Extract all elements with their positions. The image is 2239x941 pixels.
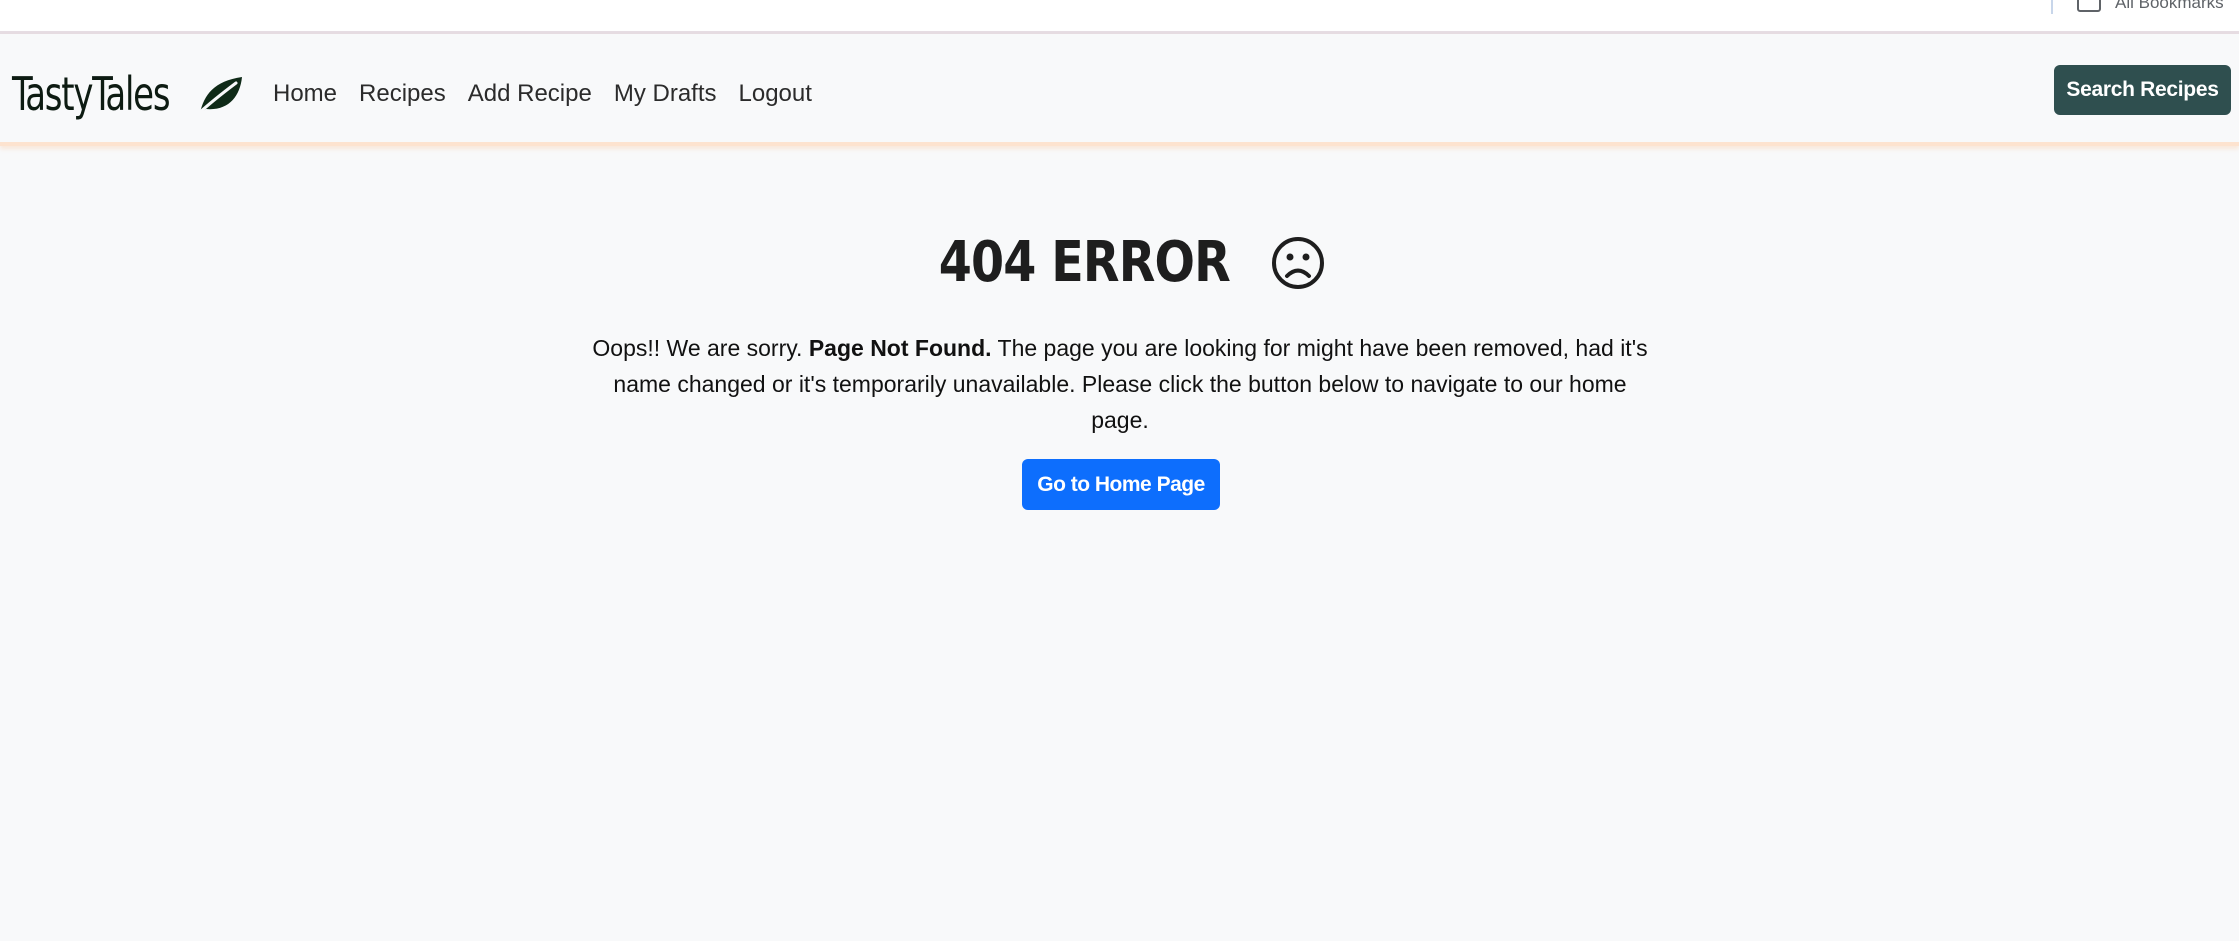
search-recipes-button[interactable]: Search Recipes (2054, 65, 2231, 115)
nav-add-recipe[interactable]: Add Recipe (468, 80, 592, 108)
sad-face-icon (1271, 236, 1324, 289)
all-bookmarks-label: All Bookmarks (2115, 0, 2224, 12)
brand-name: TastyTales (12, 67, 171, 121)
all-bookmarks-button[interactable]: All Bookmarks (2077, 0, 2224, 14)
error-message-prefix: Oops!! We are sorry. (592, 335, 809, 361)
navbar: TastyTales Home Recipes Add Recipe My Dr… (0, 34, 2239, 146)
leaf-icon (196, 77, 242, 115)
nav-links: Home Recipes Add Recipe My Drafts Logout (273, 74, 812, 114)
nav-home[interactable]: Home (273, 80, 337, 108)
error-title-text: 404 ERROR (938, 230, 1231, 295)
nav-recipes[interactable]: Recipes (359, 80, 446, 108)
go-home-button[interactable]: Go to Home Page (1022, 459, 1220, 510)
error-title: 404 ERROR (0, 230, 2239, 295)
brand-logo[interactable]: TastyTales (12, 66, 244, 122)
error-message: Oops!! We are sorry. Page Not Found. The… (584, 330, 1656, 438)
nav-my-drafts[interactable]: My Drafts (614, 80, 717, 108)
error-message-bold: Page Not Found. (808, 335, 992, 361)
main-content: 404 ERROR Oops!! We are sorry. Page Not … (0, 150, 2239, 941)
nav-logout[interactable]: Logout (739, 80, 812, 108)
bookmarks-bar: All Bookmarks (0, 0, 2239, 34)
folder-icon (2077, 0, 2101, 12)
bookmarks-divider (2051, 0, 2053, 14)
